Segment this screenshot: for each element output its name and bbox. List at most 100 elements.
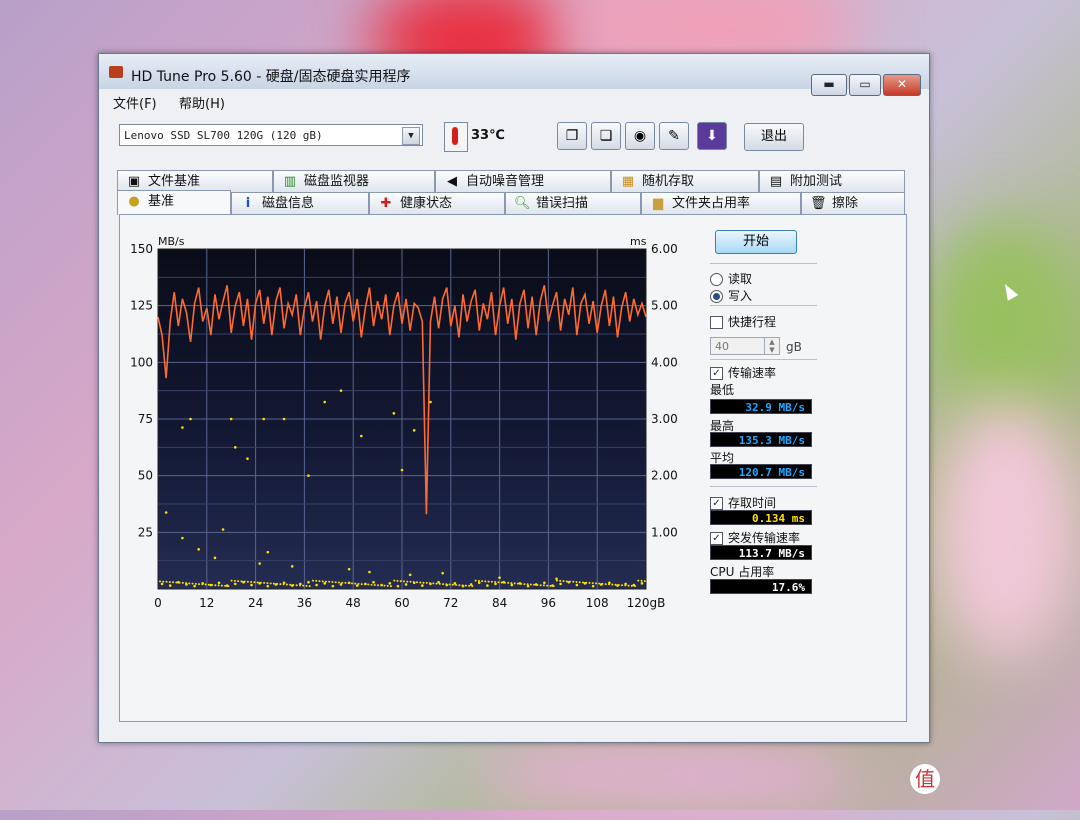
magnifier-icon: 🔍︎ [514, 196, 531, 211]
access-time-point [172, 581, 175, 584]
access-time-point [191, 582, 194, 585]
transfer-check-box[interactable]: ✓ [710, 367, 723, 380]
transfer-rate-checkbox[interactable]: ✓ 传输速率 [710, 364, 776, 381]
access-time-value: 0.134 ms [710, 510, 812, 525]
file-benchmark-icon: ▣ [127, 174, 141, 189]
tab-extra-tests[interactable]: ▤ 附加测试 [759, 170, 905, 192]
save-button[interactable]: ⬇ [697, 122, 727, 150]
tab-error-scan[interactable]: 🔍︎ 错误扫描 [505, 192, 641, 214]
access-time-point [432, 582, 435, 585]
speaker-icon: ◀ [447, 174, 457, 189]
screenshot-button[interactable]: ◉ [625, 122, 655, 150]
access-time-point [321, 580, 324, 583]
access-time-point [403, 580, 406, 583]
access-time-point [168, 581, 171, 584]
start-button[interactable]: 开始 [715, 230, 797, 254]
tab-random-access[interactable]: ▦ 随机存取 [611, 170, 759, 192]
access-time-point [611, 583, 614, 586]
access-time-point [630, 584, 633, 587]
benchmark-icon: ● [128, 194, 140, 209]
write-radio-circle[interactable] [710, 290, 723, 303]
tab-erase[interactable]: 🗑︎ 擦除 [801, 192, 905, 214]
access-time-point [198, 583, 201, 586]
quick-value-stepper[interactable]: 40 ▲ ▼ [710, 337, 780, 355]
x-tick-label: 48 [346, 596, 361, 610]
tabs-row-back: ▣ 文件基准 ▥ 磁盘监视器 ◀ 自动噪音管理 ▦ 随机存取 ▤ 附加测试 [117, 170, 907, 192]
access-time-point [263, 581, 266, 584]
app-logo-icon [109, 66, 123, 78]
access-time-point [233, 446, 237, 449]
quick-checkbox[interactable]: 快捷行程 [710, 313, 776, 330]
access-time-point [367, 583, 370, 586]
burst-rate-checkbox[interactable]: ✓ 突发传输速率 [710, 529, 800, 546]
read-radio[interactable]: 读取 [710, 270, 752, 287]
quick-check-box[interactable] [710, 316, 723, 329]
menu-help[interactable]: 帮助(H) [179, 93, 225, 112]
access-time-point [445, 583, 448, 586]
access-time-point [276, 582, 279, 585]
access-time-point [339, 389, 343, 392]
access-time-point [360, 583, 363, 586]
access-time-point [624, 584, 627, 587]
access-time-point [510, 582, 513, 585]
access-time-point [627, 584, 630, 587]
burst-rate-value: 113.7 MB/s [710, 545, 812, 560]
access-time-point [555, 579, 558, 582]
access-time-point [233, 582, 237, 586]
access-time-point [307, 474, 310, 477]
access-time-point [159, 580, 162, 583]
access-time-point [207, 583, 210, 586]
access-time-point [559, 579, 562, 582]
access-time-point [621, 584, 624, 587]
access-time-point [617, 583, 620, 586]
tab-folder-usage[interactable]: ▆ 文件夹占用率 [641, 192, 801, 214]
copy-text-button[interactable]: ❏ [591, 122, 621, 150]
x-tick-label: 36 [297, 596, 312, 610]
tab-disk-monitor[interactable]: ▥ 磁盘监视器 [273, 170, 435, 192]
y2-tick-label: 6.00 [651, 242, 678, 256]
menu-bar: 文件(F) 帮助(H) [99, 90, 929, 112]
tab-noise-management[interactable]: ◀ 自动噪音管理 [435, 170, 611, 192]
drive-select-value: Lenovo SSD SL700 120G (120 gB) [124, 129, 323, 142]
access-time-point [181, 426, 184, 429]
access-time-point [266, 582, 269, 585]
tab-disk-info[interactable]: i 磁盘信息 [231, 192, 369, 214]
tab-file-benchmark[interactable]: ▣ 文件基准 [117, 170, 273, 192]
access-time-point [591, 584, 595, 588]
access-time-point [217, 584, 220, 587]
access-time-point [425, 581, 428, 584]
title-bar[interactable]: HD Tune Pro 5.60 - 硬盘/固态硬盘实用程序 ▬ ▭ ✕ [99, 54, 929, 96]
access-time-point [302, 584, 305, 587]
exit-button[interactable]: 退出 [744, 123, 804, 151]
tab-health[interactable]: ✚ 健康状态 [369, 192, 505, 214]
access-time-point [204, 583, 207, 586]
benchmark-panel: MB/s ms 150 125 100 75 50 25 6.00 5.00 4.00 3.00 2.0… [119, 214, 907, 722]
access-time-point [380, 584, 383, 587]
settings-button[interactable]: ✎ [659, 122, 689, 150]
menu-file[interactable]: 文件(F) [113, 93, 157, 112]
read-radio-circle[interactable] [710, 273, 723, 286]
access-time-point [546, 584, 549, 587]
burst-check-box[interactable]: ✓ [710, 532, 723, 545]
access-time-point [468, 584, 471, 587]
access-time-point [539, 584, 542, 587]
copy-button[interactable]: ❐ [557, 122, 587, 150]
benchmark-chart: MB/s ms 150 125 100 75 50 25 6.00 5.00 4.00 3.00 2.0… [130, 235, 678, 610]
x-tick-label: 0 [154, 596, 162, 610]
tab-benchmark[interactable]: ● 基准 [117, 190, 231, 215]
access-time-point [164, 511, 168, 514]
access-time-point [400, 468, 404, 472]
min-value: 32.9 MB/s [710, 399, 812, 414]
access-time-point [165, 580, 168, 583]
access-time-checkbox[interactable]: ✓ 存取时间 [710, 494, 776, 511]
access-time-point [533, 583, 536, 586]
write-radio[interactable]: 写入 [710, 287, 752, 304]
access-time-point [220, 584, 223, 587]
stepper-arrows-icon[interactable]: ▲ ▼ [764, 338, 779, 354]
access-time-point [487, 580, 490, 583]
chevron-down-icon[interactable]: ▼ [402, 127, 420, 145]
access-check-box[interactable]: ✓ [710, 497, 723, 510]
access-time-point [253, 581, 256, 584]
drive-select[interactable]: Lenovo SSD SL700 120G (120 gB) ▼ [119, 124, 423, 146]
access-time-point [246, 457, 249, 460]
